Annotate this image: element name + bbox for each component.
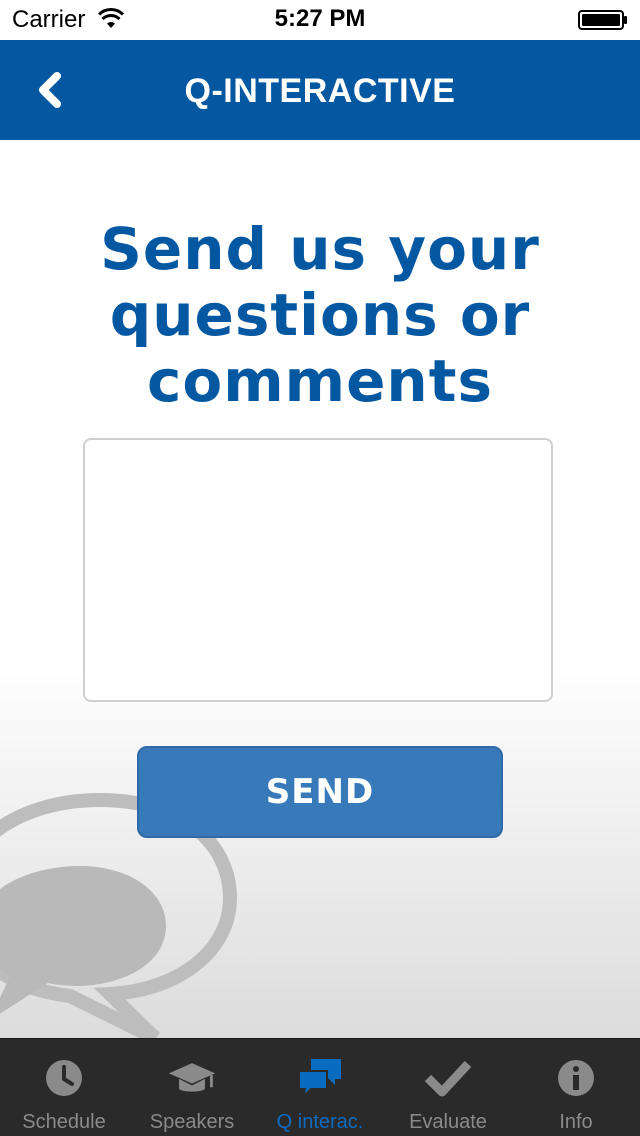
chevron-left-icon: [39, 72, 61, 108]
chat-bubbles-icon: [298, 1059, 341, 1099]
nav-bar: Q-INTERACTIVE: [0, 40, 640, 140]
send-button[interactable]: SEND: [137, 746, 503, 838]
tab-label: Info: [559, 1111, 593, 1133]
tab-label: Schedule: [22, 1111, 106, 1133]
tab-label: Evaluate: [409, 1111, 487, 1133]
back-button[interactable]: [20, 60, 80, 120]
tab-label: Q interac.: [276, 1111, 364, 1133]
page-title: Q-INTERACTIVE: [184, 72, 456, 110]
tab-evaluate[interactable]: Evaluate: [384, 1039, 512, 1136]
clock-icon: [46, 1060, 82, 1096]
battery-icon: [578, 10, 627, 30]
tab-info[interactable]: Info: [512, 1039, 640, 1136]
status-bar: Carrier 5:27 PM: [0, 0, 640, 40]
info-icon: [558, 1060, 594, 1096]
tab-bar: Schedule Speakers Q interac. Evaluate In…: [0, 1038, 640, 1136]
tab-schedule[interactable]: Schedule: [0, 1039, 128, 1136]
tab-label: Speakers: [149, 1111, 235, 1133]
main-content: Send us your questions or comments SEND: [0, 140, 640, 1038]
headline: Send us your questions or comments: [100, 215, 540, 415]
status-time: 5:27 PM: [274, 5, 366, 32]
tab-speakers[interactable]: Speakers: [128, 1039, 256, 1136]
checkmark-icon: [424, 1060, 472, 1097]
graduation-cap-icon: [168, 1063, 216, 1092]
message-input[interactable]: [83, 438, 553, 702]
tab-q-interactive[interactable]: Q interac.: [256, 1039, 384, 1136]
